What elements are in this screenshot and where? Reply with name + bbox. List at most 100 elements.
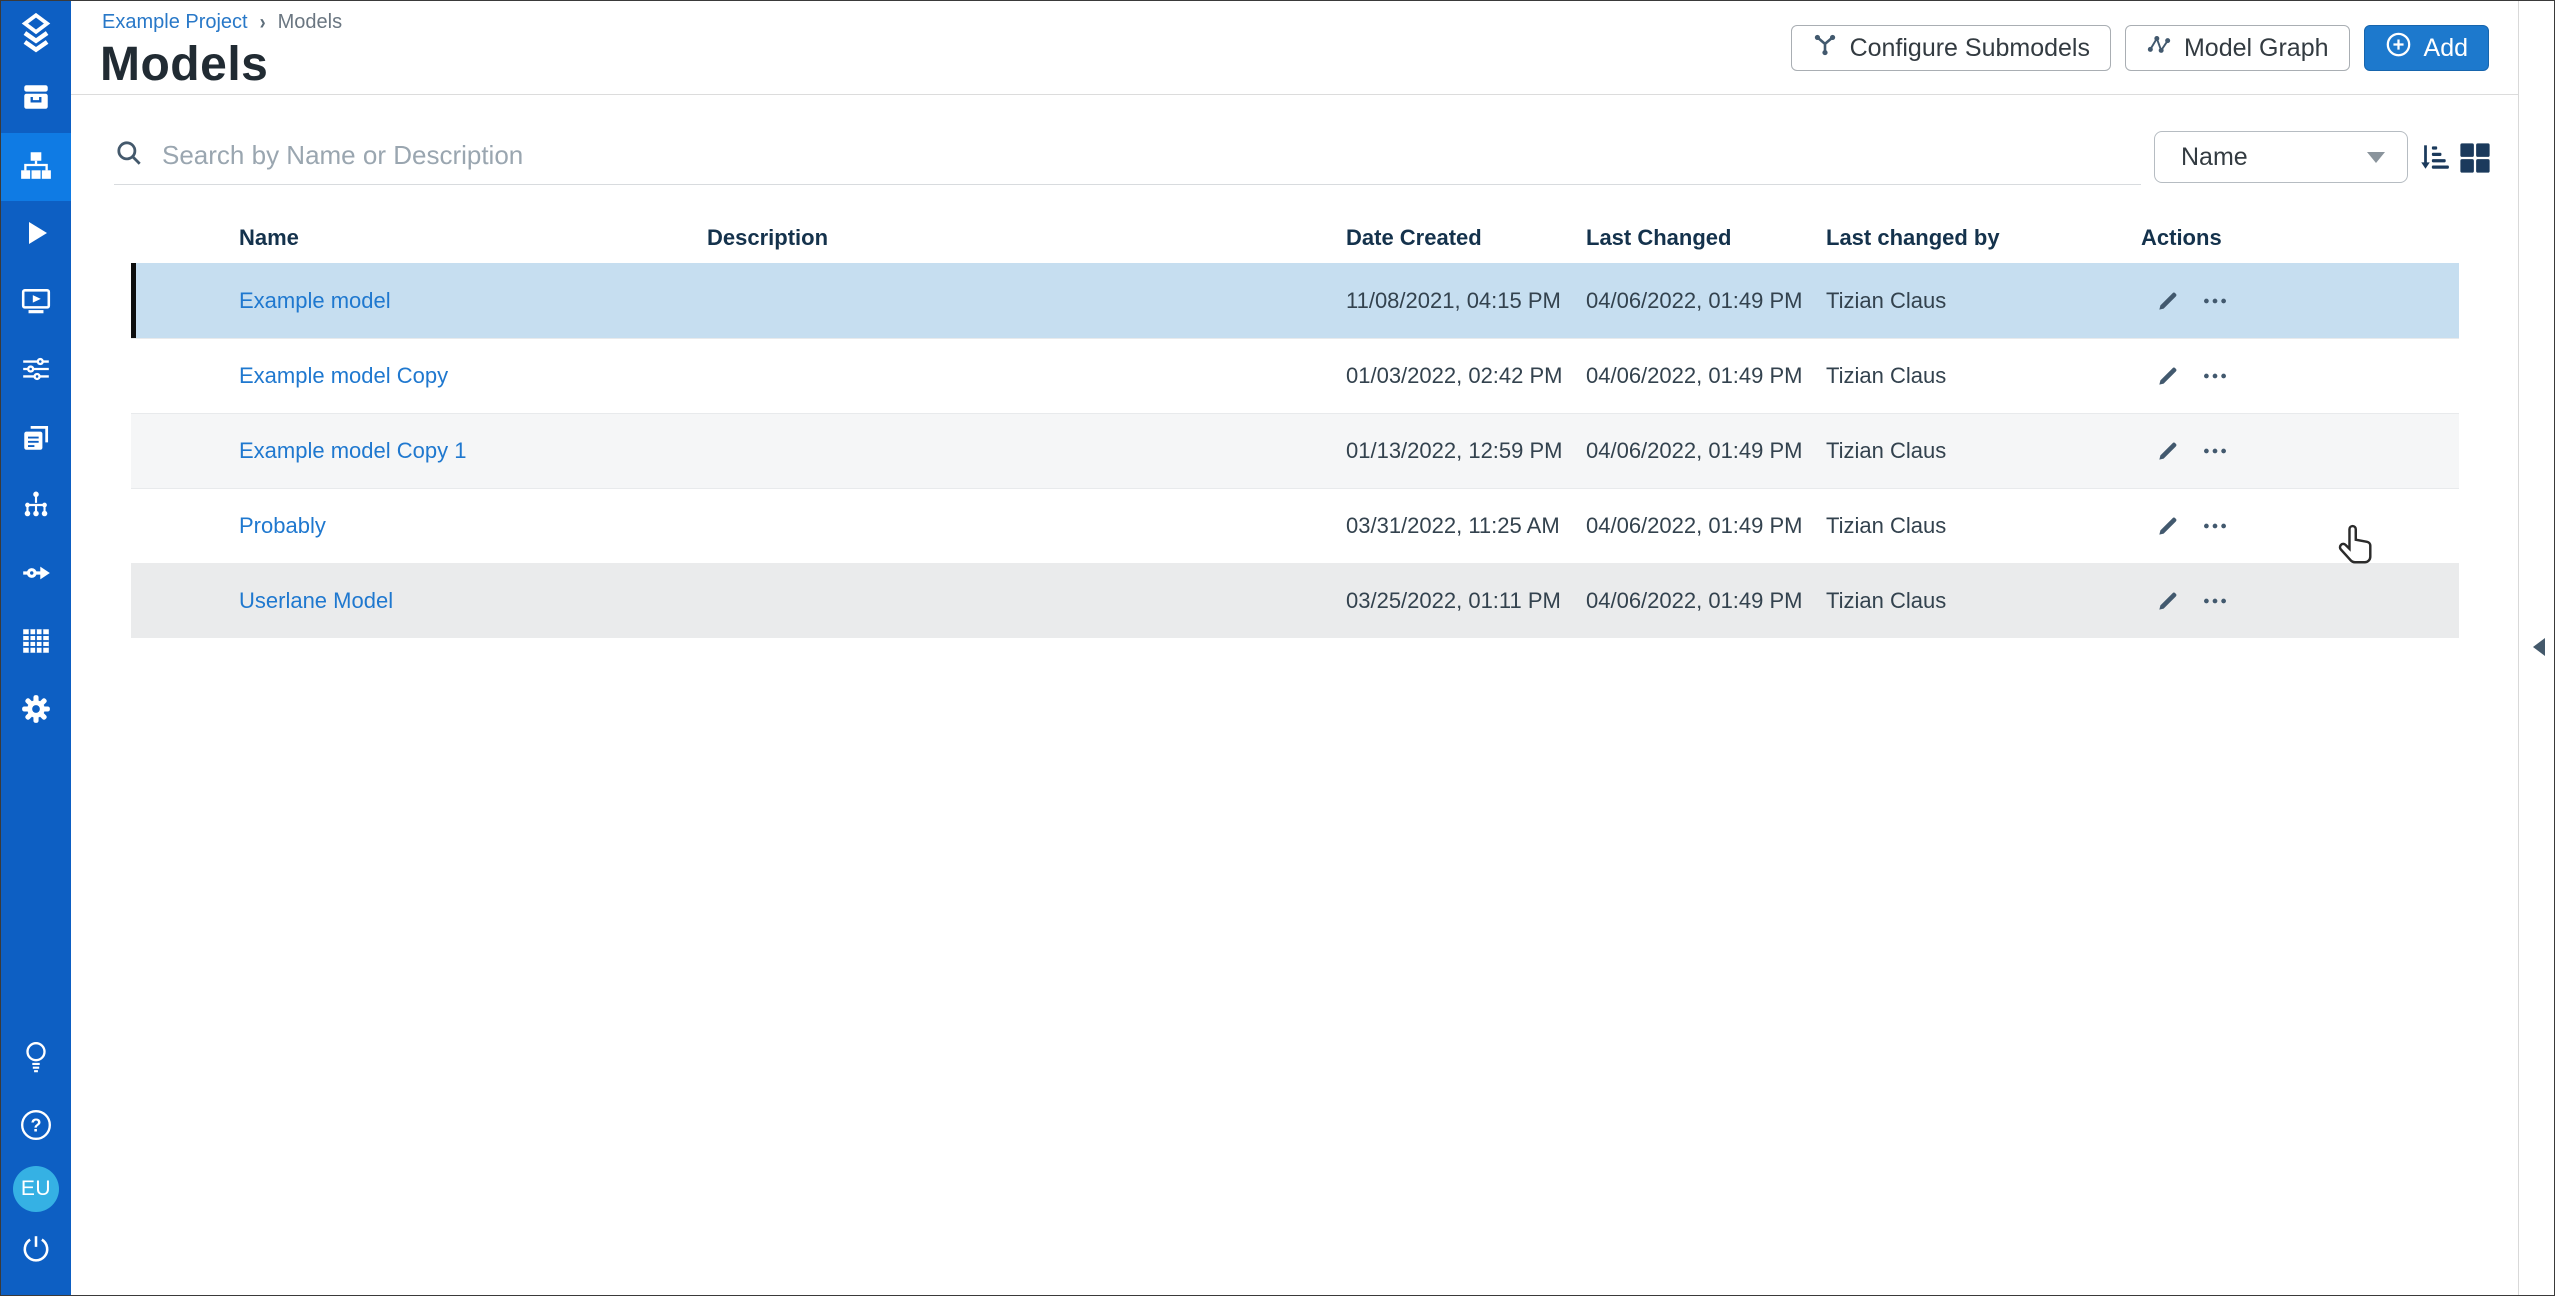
- table-row[interactable]: Example model 11/08/2021, 04:15 PM 04/06…: [131, 263, 2459, 338]
- more-options-ellipsis-icon[interactable]: [2201, 513, 2229, 539]
- edit-pencil-icon[interactable]: [2155, 513, 2181, 539]
- edit-pencil-icon[interactable]: [2155, 588, 2181, 614]
- header-divider: [71, 94, 2520, 95]
- sidebar-item-help[interactable]: ?: [1, 1093, 71, 1161]
- collapse-panel-arrow-icon[interactable]: [2533, 638, 2545, 656]
- main-content: Example Project › Models Models Configur…: [71, 1, 2520, 1295]
- sort-by-value: Name: [2181, 143, 2248, 172]
- video-player-icon: [20, 285, 52, 322]
- model-name-link[interactable]: Probably: [239, 513, 326, 538]
- sidebar-item-logout[interactable]: [1, 1217, 71, 1285]
- sitemap-icon: [19, 149, 53, 186]
- column-header-last-changed-by: Last changed by: [1826, 225, 2141, 251]
- table-body: Example model 11/08/2021, 04:15 PM 04/06…: [131, 263, 2459, 638]
- sidebar-bottom-group: ? EU: [1, 1025, 71, 1285]
- sidebar-item-video[interactable]: [1, 269, 71, 337]
- models-table: Name Description Date Created Last Chang…: [131, 213, 2459, 638]
- sidebar-item-archive[interactable]: [1, 65, 71, 133]
- model-name-link[interactable]: Userlane Model: [239, 588, 393, 613]
- column-header-actions: Actions: [2141, 225, 2459, 251]
- add-label: Add: [2424, 34, 2468, 63]
- more-options-ellipsis-icon[interactable]: [2201, 588, 2229, 614]
- breadcrumb-project-link[interactable]: Example Project: [102, 11, 248, 34]
- add-button[interactable]: Add: [2364, 25, 2489, 71]
- more-options-ellipsis-icon[interactable]: [2201, 288, 2229, 314]
- sidebar-item-node-tree[interactable]: [1, 473, 71, 541]
- table-row[interactable]: Example model Copy 01/03/2022, 02:42 PM …: [131, 338, 2459, 413]
- sidebar-item-copies[interactable]: [1, 405, 71, 473]
- configure-submodels-label: Configure Submodels: [1850, 34, 2090, 63]
- model-date-created: 03/31/2022, 11:25 AM: [1346, 513, 1586, 539]
- model-last-changed: 04/06/2022, 01:49 PM: [1586, 588, 1826, 614]
- sliders-icon: [20, 353, 52, 390]
- sidebar-item-data-table[interactable]: [1, 609, 71, 677]
- more-options-ellipsis-icon[interactable]: [2201, 363, 2229, 389]
- gear-icon: [20, 693, 52, 730]
- model-last-changed-by: Tizian Claus: [1826, 363, 2141, 389]
- sidebar-item-models[interactable]: [1, 133, 71, 201]
- column-header-description: Description: [707, 225, 1346, 251]
- table-row[interactable]: Probably 03/31/2022, 11:25 AM 04/06/2022…: [131, 488, 2459, 563]
- model-last-changed: 04/06/2022, 01:49 PM: [1586, 363, 1826, 389]
- sidebar-item-tips[interactable]: [1, 1025, 71, 1093]
- grid-view-icon[interactable]: [2457, 140, 2493, 181]
- sidebar-item-play[interactable]: [1, 201, 71, 269]
- search-icon: [114, 138, 144, 173]
- sidebar-item-settings-sliders[interactable]: [1, 337, 71, 405]
- model-name-link[interactable]: Example model Copy 1: [239, 438, 466, 463]
- flow-arrow-icon: [20, 557, 52, 594]
- breadcrumb: Example Project › Models: [102, 11, 342, 34]
- user-avatar: EU: [13, 1166, 59, 1212]
- top-action-buttons: Configure Submodels Model Graph Add: [1791, 25, 2489, 71]
- edit-pencil-icon[interactable]: [2155, 363, 2181, 389]
- model-graph-icon: [2146, 32, 2172, 65]
- model-date-created: 03/25/2022, 01:11 PM: [1346, 588, 1586, 614]
- userlane-logo[interactable]: [1, 1, 71, 65]
- model-last-changed-by: Tizian Claus: [1826, 288, 2141, 314]
- breadcrumb-current: Models: [278, 11, 342, 34]
- table-header-row: Name Description Date Created Last Chang…: [131, 213, 2459, 263]
- column-header-date-created: Date Created: [1346, 225, 1586, 251]
- svg-text:?: ?: [30, 1115, 41, 1135]
- more-options-ellipsis-icon[interactable]: [2201, 438, 2229, 464]
- archive-box-icon: [20, 81, 52, 118]
- table-row[interactable]: Example model Copy 1 01/13/2022, 12:59 P…: [131, 413, 2459, 488]
- search-bar: [114, 127, 2141, 185]
- sidebar-item-flow[interactable]: [1, 541, 71, 609]
- edit-pencil-icon[interactable]: [2155, 288, 2181, 314]
- column-header-last-changed: Last Changed: [1586, 225, 1826, 251]
- sidebar-item-account[interactable]: EU: [1, 1161, 71, 1217]
- model-last-changed: 04/06/2022, 01:49 PM: [1586, 513, 1826, 539]
- right-panel-strip: [2518, 1, 2554, 1295]
- model-last-changed-by: Tizian Claus: [1826, 513, 2141, 539]
- submodel-branch-icon: [1812, 32, 1838, 65]
- model-last-changed-by: Tizian Claus: [1826, 438, 2141, 464]
- sidebar-item-settings[interactable]: [1, 677, 71, 745]
- model-graph-label: Model Graph: [2184, 34, 2329, 63]
- play-icon: [21, 218, 51, 253]
- edit-pencil-icon[interactable]: [2155, 438, 2181, 464]
- model-date-created: 11/08/2021, 04:15 PM: [1346, 288, 1586, 314]
- model-name-link[interactable]: Example model: [239, 288, 391, 313]
- model-date-created: 01/13/2022, 12:59 PM: [1346, 438, 1586, 464]
- data-table-icon: [20, 625, 52, 662]
- sidebar: ? EU: [1, 1, 71, 1295]
- sort-by-dropdown[interactable]: Name: [2154, 131, 2408, 183]
- table-row[interactable]: Userlane Model 03/25/2022, 01:11 PM 04/0…: [131, 563, 2459, 638]
- column-header-name: Name: [239, 225, 707, 251]
- chevron-down-icon: [2367, 152, 2385, 163]
- breadcrumb-chevron-icon: ›: [260, 10, 266, 35]
- model-last-changed: 04/06/2022, 01:49 PM: [1586, 438, 1826, 464]
- node-tree-icon: [20, 489, 52, 526]
- sort-descending-icon[interactable]: [2417, 140, 2451, 179]
- lightbulb-icon: [21, 1040, 51, 1079]
- model-graph-button[interactable]: Model Graph: [2125, 25, 2350, 71]
- model-date-created: 01/03/2022, 02:42 PM: [1346, 363, 1586, 389]
- power-icon: [20, 1233, 52, 1270]
- copy-pages-icon: [20, 421, 52, 458]
- model-name-link[interactable]: Example model Copy: [239, 363, 448, 388]
- model-last-changed-by: Tizian Claus: [1826, 588, 2141, 614]
- model-last-changed: 04/06/2022, 01:49 PM: [1586, 288, 1826, 314]
- configure-submodels-button[interactable]: Configure Submodels: [1791, 25, 2111, 71]
- search-input[interactable]: [162, 140, 2141, 171]
